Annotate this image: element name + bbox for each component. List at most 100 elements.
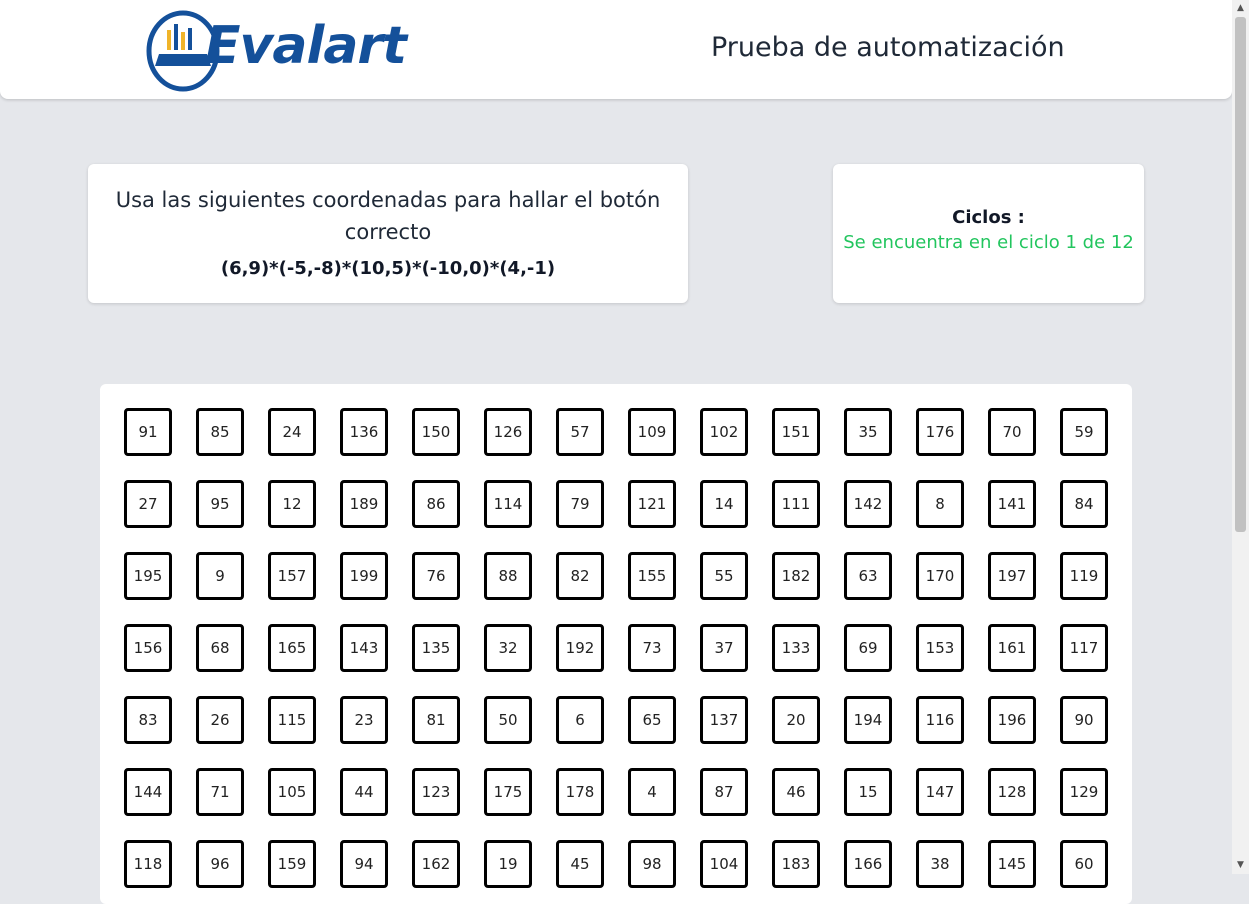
number-button[interactable]: 197 [988, 552, 1036, 600]
number-button[interactable]: 175 [484, 768, 532, 816]
number-button[interactable]: 63 [844, 552, 892, 600]
number-button[interactable]: 133 [772, 624, 820, 672]
number-button[interactable]: 46 [772, 768, 820, 816]
number-button[interactable]: 79 [556, 480, 604, 528]
scroll-up-arrow-icon[interactable]: ▲ [1232, 0, 1249, 17]
number-button[interactable]: 115 [268, 696, 316, 744]
number-button[interactable]: 76 [412, 552, 460, 600]
number-button[interactable]: 157 [268, 552, 316, 600]
number-button[interactable]: 143 [340, 624, 388, 672]
number-button[interactable]: 111 [772, 480, 820, 528]
number-button[interactable]: 55 [700, 552, 748, 600]
number-button[interactable]: 145 [988, 840, 1036, 888]
number-button[interactable]: 155 [628, 552, 676, 600]
number-button[interactable]: 50 [484, 696, 532, 744]
number-button[interactable]: 105 [268, 768, 316, 816]
number-button[interactable]: 147 [916, 768, 964, 816]
number-button[interactable]: 59 [1060, 408, 1108, 456]
number-button[interactable]: 116 [916, 696, 964, 744]
number-button[interactable]: 141 [988, 480, 1036, 528]
vertical-scrollbar[interactable]: ▲ ▼ [1232, 0, 1249, 874]
number-button[interactable]: 114 [484, 480, 532, 528]
number-button[interactable]: 118 [124, 840, 172, 888]
number-button[interactable]: 119 [1060, 552, 1108, 600]
number-button[interactable]: 195 [124, 552, 172, 600]
number-button[interactable]: 57 [556, 408, 604, 456]
number-button[interactable]: 60 [1060, 840, 1108, 888]
number-button[interactable]: 151 [772, 408, 820, 456]
number-button[interactable]: 68 [196, 624, 244, 672]
number-button[interactable]: 196 [988, 696, 1036, 744]
number-button[interactable]: 136 [340, 408, 388, 456]
scrollbar-thumb[interactable] [1235, 17, 1246, 532]
number-button[interactable]: 98 [628, 840, 676, 888]
number-button[interactable]: 38 [916, 840, 964, 888]
number-button[interactable]: 81 [412, 696, 460, 744]
number-button[interactable]: 199 [340, 552, 388, 600]
number-button[interactable]: 102 [700, 408, 748, 456]
number-button[interactable]: 183 [772, 840, 820, 888]
number-button[interactable]: 189 [340, 480, 388, 528]
number-button[interactable]: 176 [916, 408, 964, 456]
number-button[interactable]: 8 [916, 480, 964, 528]
number-button[interactable]: 12 [268, 480, 316, 528]
number-button[interactable]: 69 [844, 624, 892, 672]
number-button[interactable]: 65 [628, 696, 676, 744]
number-button[interactable]: 37 [700, 624, 748, 672]
number-button[interactable]: 161 [988, 624, 1036, 672]
number-button[interactable]: 24 [268, 408, 316, 456]
number-button[interactable]: 9 [196, 552, 244, 600]
number-button[interactable]: 14 [700, 480, 748, 528]
number-button[interactable]: 15 [844, 768, 892, 816]
number-button[interactable]: 44 [340, 768, 388, 816]
number-button[interactable]: 153 [916, 624, 964, 672]
number-button[interactable]: 126 [484, 408, 532, 456]
number-button[interactable]: 194 [844, 696, 892, 744]
number-button[interactable]: 166 [844, 840, 892, 888]
number-button[interactable]: 95 [196, 480, 244, 528]
number-button[interactable]: 35 [844, 408, 892, 456]
number-button[interactable]: 20 [772, 696, 820, 744]
number-button[interactable]: 142 [844, 480, 892, 528]
number-button[interactable]: 84 [1060, 480, 1108, 528]
number-button[interactable]: 19 [484, 840, 532, 888]
number-button[interactable]: 178 [556, 768, 604, 816]
number-button[interactable]: 91 [124, 408, 172, 456]
number-button[interactable]: 144 [124, 768, 172, 816]
number-button[interactable]: 123 [412, 768, 460, 816]
number-button[interactable]: 109 [628, 408, 676, 456]
number-button[interactable]: 82 [556, 552, 604, 600]
number-button[interactable]: 121 [628, 480, 676, 528]
number-button[interactable]: 170 [916, 552, 964, 600]
number-button[interactable]: 128 [988, 768, 1036, 816]
number-button[interactable]: 85 [196, 408, 244, 456]
number-button[interactable]: 83 [124, 696, 172, 744]
number-button[interactable]: 23 [340, 696, 388, 744]
number-button[interactable]: 86 [412, 480, 460, 528]
number-button[interactable]: 192 [556, 624, 604, 672]
number-button[interactable]: 162 [412, 840, 460, 888]
number-button[interactable]: 129 [1060, 768, 1108, 816]
number-button[interactable]: 71 [196, 768, 244, 816]
number-button[interactable]: 87 [700, 768, 748, 816]
number-button[interactable]: 4 [628, 768, 676, 816]
number-button[interactable]: 104 [700, 840, 748, 888]
number-button[interactable]: 156 [124, 624, 172, 672]
number-button[interactable]: 137 [700, 696, 748, 744]
number-button[interactable]: 94 [340, 840, 388, 888]
number-button[interactable]: 88 [484, 552, 532, 600]
number-button[interactable]: 96 [196, 840, 244, 888]
number-button[interactable]: 159 [268, 840, 316, 888]
number-button[interactable]: 45 [556, 840, 604, 888]
number-button[interactable]: 70 [988, 408, 1036, 456]
number-button[interactable]: 90 [1060, 696, 1108, 744]
scroll-down-arrow-icon[interactable]: ▼ [1232, 857, 1249, 874]
number-button[interactable]: 182 [772, 552, 820, 600]
number-button[interactable]: 26 [196, 696, 244, 744]
number-button[interactable]: 150 [412, 408, 460, 456]
number-button[interactable]: 6 [556, 696, 604, 744]
number-button[interactable]: 32 [484, 624, 532, 672]
number-button[interactable]: 27 [124, 480, 172, 528]
number-button[interactable]: 135 [412, 624, 460, 672]
number-button[interactable]: 165 [268, 624, 316, 672]
